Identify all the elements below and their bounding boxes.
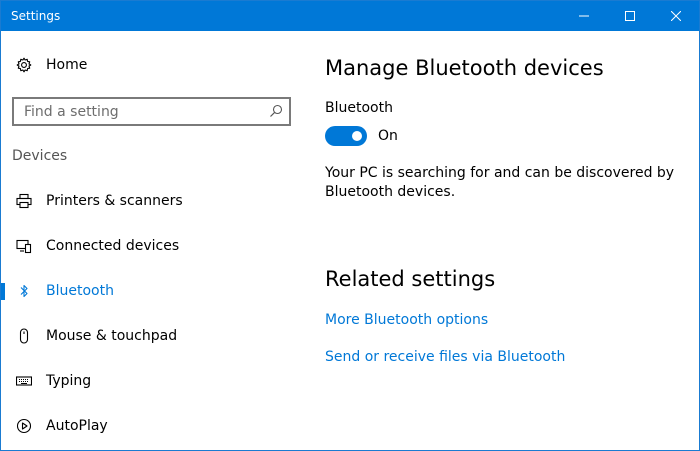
maximize-icon	[625, 11, 635, 21]
sidebar-item-mouse[interactable]: Mouse & touchpad	[1, 314, 301, 358]
maximize-button[interactable]	[607, 1, 653, 31]
sidebar-item-label: Home	[46, 56, 87, 74]
toggle-state-text: On	[378, 128, 398, 144]
window-title: Settings	[11, 9, 60, 23]
printer-icon	[15, 192, 33, 210]
sidebar-item-typing[interactable]: Typing	[1, 359, 301, 403]
more-bluetooth-options-link[interactable]: More Bluetooth options	[325, 312, 488, 328]
main-content: Manage Bluetooth devices Bluetooth On Yo…	[325, 31, 695, 451]
sidebar-item-label: Printers & scanners	[46, 192, 183, 210]
sidebar-item-printers[interactable]: Printers & scanners	[1, 179, 301, 223]
bluetooth-toggle-label: Bluetooth	[325, 100, 393, 116]
connected-devices-icon	[15, 237, 33, 255]
autoplay-icon	[15, 417, 33, 435]
search-box[interactable]	[12, 97, 291, 126]
bluetooth-status-description: Your PC is searching for and can be disc…	[325, 164, 685, 202]
related-settings-heading: Related settings	[325, 267, 495, 291]
keyboard-icon	[15, 372, 33, 390]
sidebar-item-bluetooth[interactable]: Bluetooth	[1, 269, 301, 313]
sidebar-item-label: AutoPlay	[46, 417, 108, 435]
search-icon[interactable]	[269, 104, 283, 118]
minimize-icon	[579, 11, 589, 21]
bluetooth-toggle[interactable]	[325, 126, 367, 146]
toggle-knob	[352, 131, 362, 141]
close-button[interactable]	[653, 1, 699, 31]
sidebar-item-label: Typing	[46, 372, 91, 390]
sidebar-item-label: Connected devices	[46, 237, 179, 255]
send-receive-files-link[interactable]: Send or receive files via Bluetooth	[325, 349, 565, 365]
close-icon	[671, 11, 681, 21]
active-indicator	[1, 283, 5, 300]
sidebar: Home Devices Printers & scanners	[1, 31, 301, 451]
devices-group-header: Devices	[12, 148, 67, 164]
title-bar[interactable]: Settings	[1, 1, 699, 31]
sidebar-item-autoplay[interactable]: AutoPlay	[1, 404, 301, 448]
gear-icon	[15, 56, 33, 74]
sidebar-item-home[interactable]: Home	[1, 43, 301, 87]
settings-window: Settings Home Dev	[0, 0, 700, 451]
sidebar-item-label: Bluetooth	[46, 282, 114, 300]
minimize-button[interactable]	[561, 1, 607, 31]
sidebar-item-label: Mouse & touchpad	[46, 327, 177, 345]
bluetooth-icon	[15, 282, 33, 300]
mouse-icon	[15, 327, 33, 345]
page-title: Manage Bluetooth devices	[325, 56, 604, 80]
sidebar-item-connected-devices[interactable]: Connected devices	[1, 224, 301, 268]
search-input[interactable]	[14, 99, 259, 124]
